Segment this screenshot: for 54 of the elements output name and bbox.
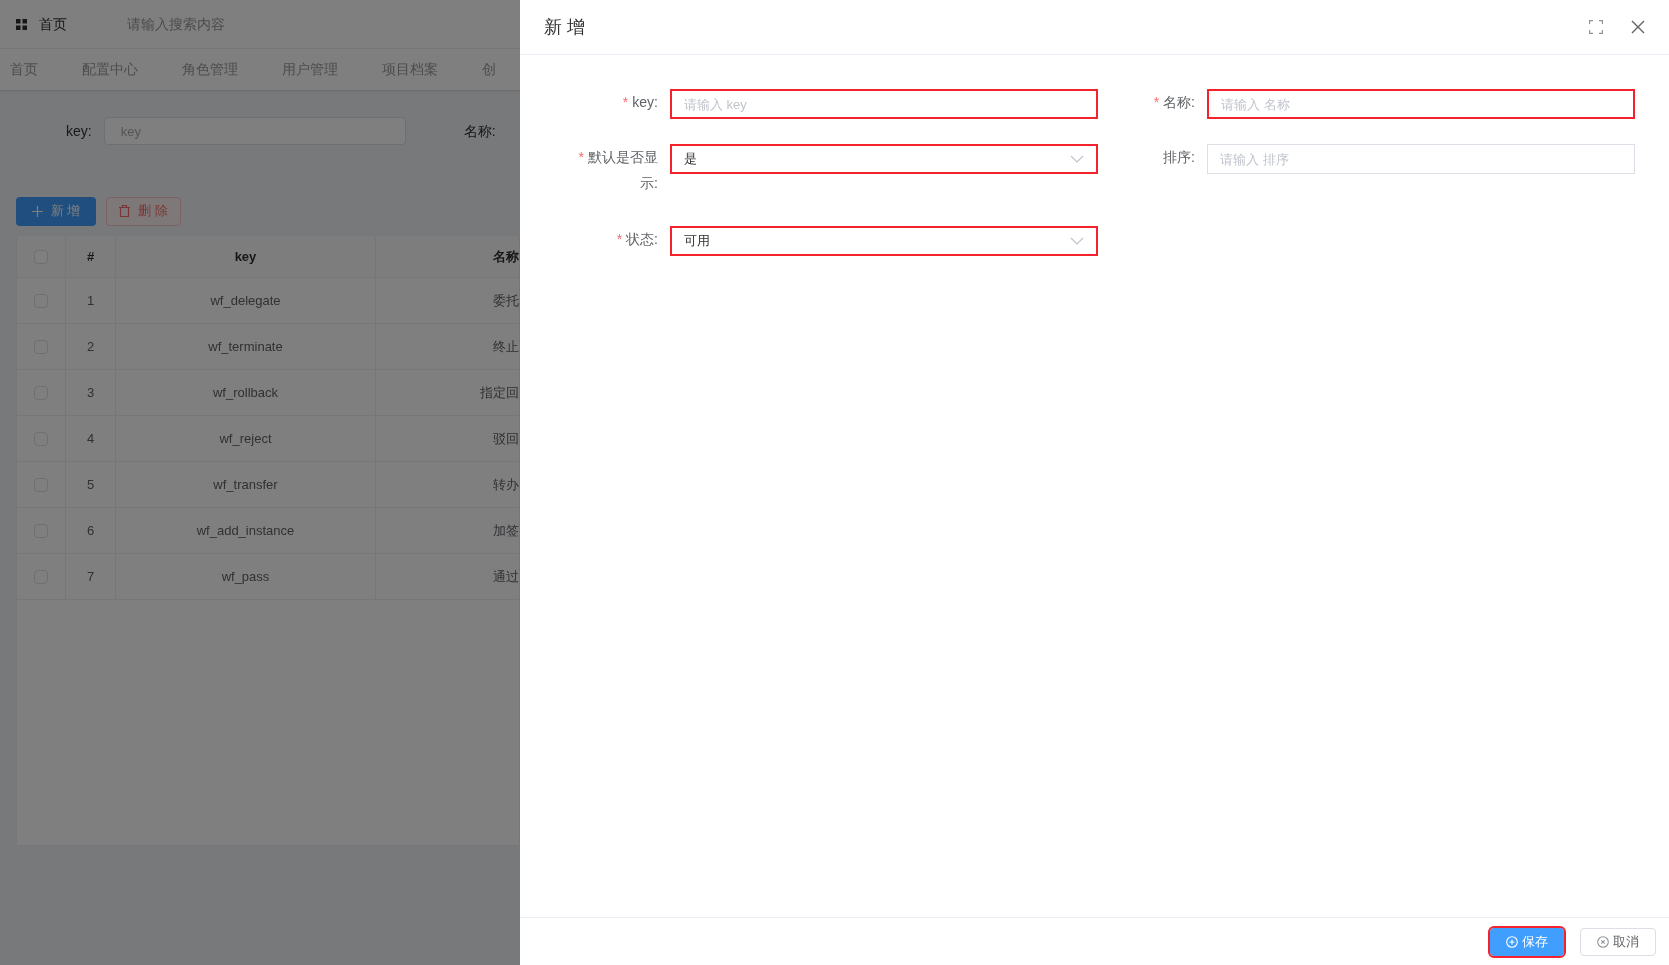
fullscreen-icon[interactable]: [1589, 20, 1603, 34]
input-field[interactable]: 请输入 名称: [1207, 89, 1635, 119]
field-label: 名称:: [1163, 93, 1195, 112]
table-cell-text: 驳回: [493, 429, 519, 448]
field-label: key:: [632, 93, 658, 112]
column-header: #: [86, 247, 95, 266]
table-cell-text: 2: [86, 337, 95, 356]
select-field[interactable]: 是: [670, 144, 1098, 174]
table-cell-text: 3: [86, 383, 95, 402]
required-mark: *: [622, 93, 629, 112]
table-cell-text: 5: [86, 475, 95, 494]
add-button[interactable]: 新 增: [16, 196, 96, 226]
home-link[interactable]: 首页: [39, 13, 67, 35]
x-circle-icon: [1597, 935, 1609, 948]
table-cell-text: 指定回: [480, 383, 519, 402]
trash-icon: [119, 205, 131, 217]
grid-icon: [16, 18, 27, 30]
field-label: 状态:: [626, 230, 658, 249]
drawer-title: 新 增: [544, 15, 586, 39]
cancel-button[interactable]: 取消: [1580, 927, 1656, 956]
field-label: 排序:: [1163, 148, 1195, 167]
table-cell-text: 加签: [493, 521, 519, 540]
chevron-down-icon: [1070, 155, 1084, 163]
close-icon[interactable]: [1631, 20, 1645, 34]
chevron-down-icon: [1070, 237, 1084, 245]
save-button[interactable]: 保存: [1490, 927, 1564, 956]
table-cell-text: 委托: [493, 291, 519, 310]
table-cell-text: wf_delegate: [210, 291, 281, 310]
table-cell-text: 终止: [493, 337, 519, 356]
required-mark: *: [578, 148, 584, 167]
field-label: 默认是否显示:: [588, 148, 658, 193]
column-header: 名称: [493, 247, 519, 266]
column-header: key: [234, 247, 257, 266]
table-cell-text: 4: [86, 429, 95, 448]
table-cell-text: wf_rollback: [213, 383, 278, 402]
table-cell-text: wf_pass: [221, 567, 270, 586]
plus-circle-icon: [1506, 935, 1518, 948]
table-cell-text: 6: [86, 521, 95, 540]
required-mark: *: [616, 230, 623, 249]
table-cell-text: 7: [86, 567, 95, 586]
filter-label: key:: [66, 121, 92, 141]
table-cell-text: 转办: [493, 475, 519, 494]
required-mark: *: [1153, 93, 1160, 112]
filter-label: 名称:: [463, 121, 496, 141]
table-cell-text: wf_add_instance: [196, 521, 295, 540]
select-field[interactable]: 可用: [670, 226, 1098, 256]
table-cell-text: 通过: [493, 567, 519, 586]
input-field[interactable]: 请输入 key: [670, 89, 1098, 119]
delete-button[interactable]: 删 除: [106, 196, 181, 226]
plus-icon: [31, 205, 43, 217]
table-cell-text: 1: [86, 291, 95, 310]
table-cell-text: wf_reject: [219, 429, 272, 448]
table-cell-text: wf_terminate: [208, 337, 283, 356]
table-cell-text: wf_transfer: [213, 475, 278, 494]
